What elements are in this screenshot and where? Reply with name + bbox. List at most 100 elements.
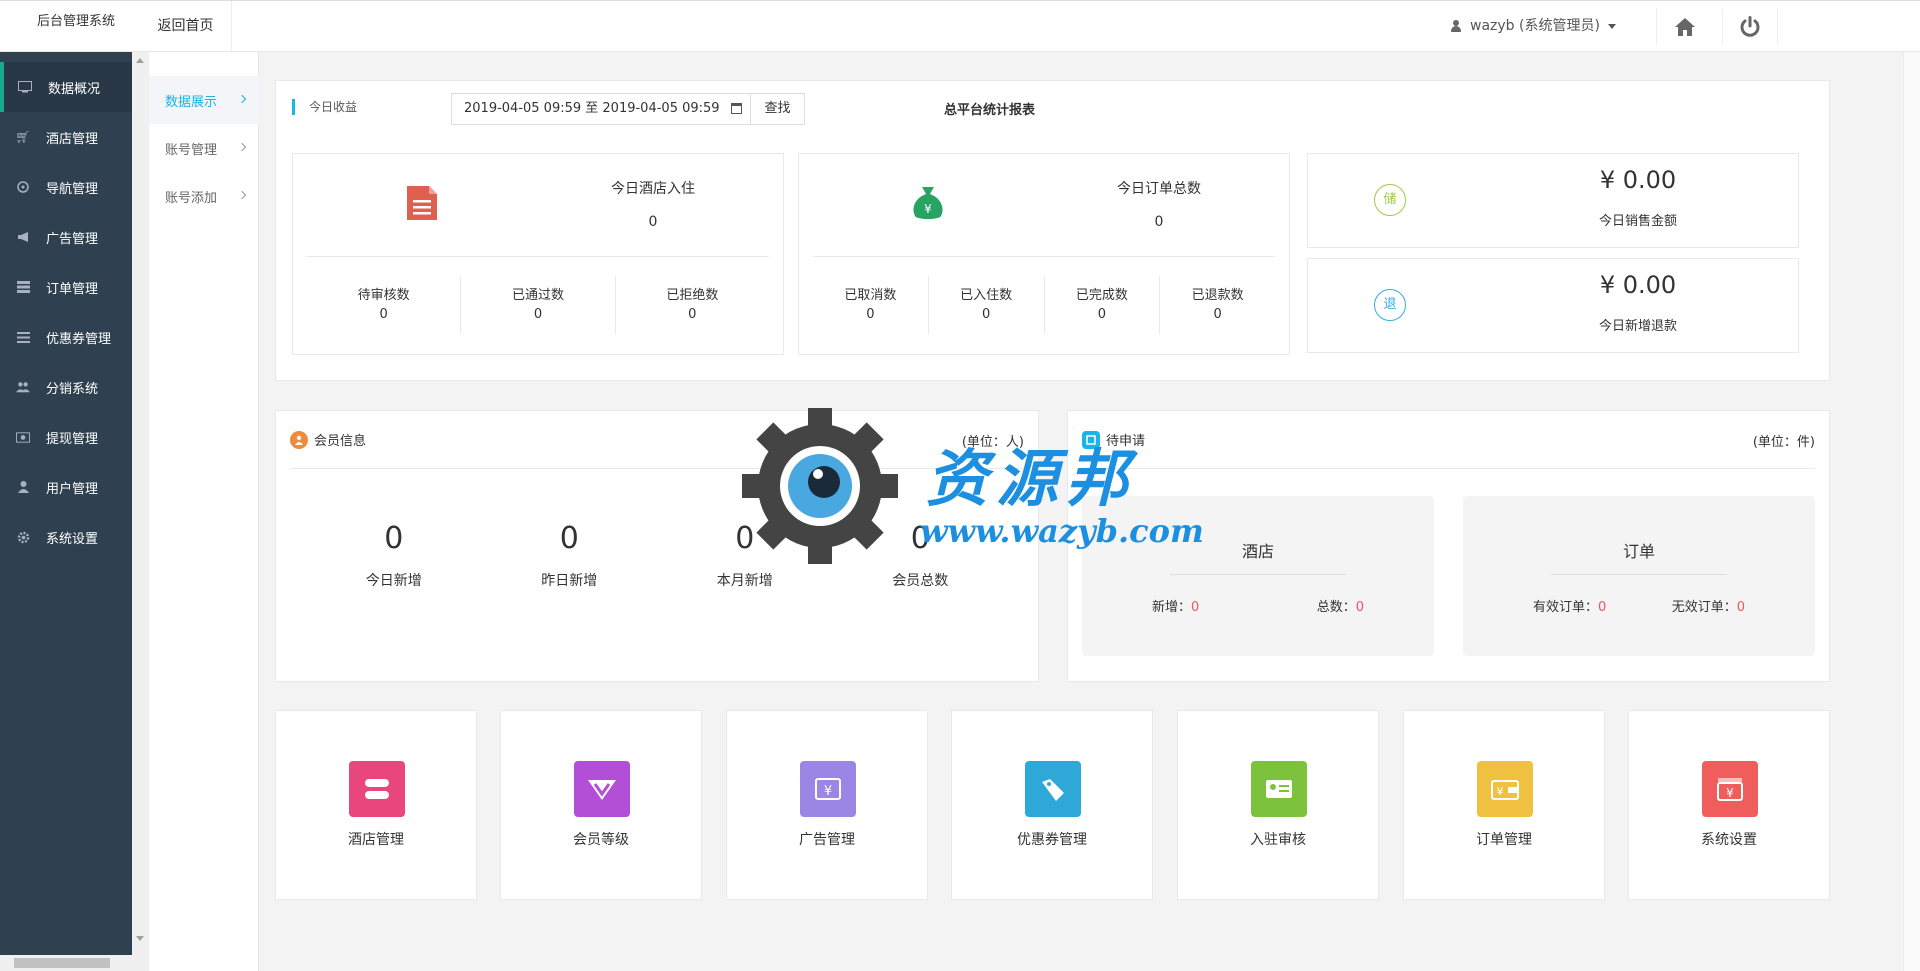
sidebar-item-label: 订单管理 (46, 281, 99, 297)
sidebar-item-distribution[interactable]: 分销系统 (0, 362, 132, 412)
orders-total-value: 0 (1154, 214, 1164, 230)
gear-icon (16, 530, 30, 544)
stat-label: 本月新增 (716, 573, 773, 589)
hotel-checkin-card: 今日酒店入住 0 待审核数 0 已通过数 0 已拒绝数 0 (292, 153, 784, 355)
document-icon (405, 184, 441, 224)
tile-order-management[interactable]: ¥ 订单管理 (1403, 710, 1605, 900)
stat-label: 已拒绝数 (666, 288, 719, 303)
sidebar-item-withdraw[interactable]: 提现管理 (0, 412, 132, 462)
cart-icon: 🛒︎ (15, 130, 31, 144)
sidebar-horizontal-scrollbar[interactable] (0, 955, 132, 971)
scroll-down-icon[interactable] (136, 936, 144, 941)
watermark-text: 资源邦 (926, 442, 1137, 515)
sidebar-item-coupons[interactable]: 优惠券管理 (0, 312, 132, 362)
refunded-stat: 已退款数 0 (1160, 276, 1275, 334)
sidebar-item-label: 酒店管理 (46, 131, 99, 147)
sales-amount: ¥ 0.00 (1599, 166, 1677, 194)
valid-order-count: 有效订单：0 (1533, 596, 1606, 615)
order-apply-box: 订单 有效订单：0 无效订单：0 (1463, 496, 1815, 656)
scroll-up-icon[interactable] (136, 58, 144, 63)
sidebar-item-nav[interactable]: 导航管理 (0, 162, 132, 212)
sidebar-item-users[interactable]: 用户管理 (0, 462, 132, 512)
tile-label: 酒店管理 (348, 832, 404, 848)
compass-icon (16, 180, 30, 194)
users-icon (16, 380, 30, 394)
sidebar-item-settings[interactable]: 系统设置 (0, 512, 132, 562)
sales-amount-card: 储 ¥ 0.00 今日销售金额 (1307, 153, 1799, 248)
stat-value: 0 (1598, 600, 1607, 615)
tile-ad-management[interactable]: ¥ 广告管理 (726, 710, 928, 900)
pending-stat: 待审核数 0 (307, 276, 462, 334)
sidebar-vertical-scrollbar[interactable] (132, 52, 149, 971)
subnav-item-label: 账号管理 (165, 142, 218, 158)
sales-label: 今日销售金额 (1598, 214, 1677, 229)
wallet-icon: ¥ (1477, 761, 1533, 817)
user-name: wazyb (系统管理员) (1470, 18, 1600, 34)
svg-text:¥: ¥ (924, 202, 932, 216)
hotel-new-count: 新增：0 (1152, 596, 1199, 615)
checked-in-stat: 已入住数 0 (929, 276, 1045, 334)
hotel-total-count: 总数：0 (1317, 596, 1364, 615)
user-menu[interactable]: wazyb (系统管理员) (1450, 1, 1616, 51)
stat-value: 0 (559, 521, 579, 556)
report-title: 总平台统计报表 (944, 103, 1036, 118)
chevron-right-icon (237, 94, 247, 104)
orders-total-label: 今日订单总数 (1117, 181, 1201, 197)
date-range-input[interactable]: 2019-04-05 09:59 至 2019-04-05 09:59 (451, 93, 751, 125)
stat-label: 已取消数 (844, 288, 897, 303)
stat-value: 0 (1097, 307, 1107, 322)
back-home-link[interactable]: 返回首页 (140, 1, 232, 51)
tile-label: 订单管理 (1476, 832, 1532, 848)
bullhorn-icon (16, 230, 30, 244)
stat-value: 0 (379, 307, 388, 322)
subnav-item-account-add[interactable]: 账号添加 (149, 172, 259, 220)
sidebar-item-ads[interactable]: 广告管理 (0, 212, 132, 262)
chevron-right-icon (237, 142, 247, 152)
sidebar-item-orders[interactable]: 订单管理 (0, 262, 132, 312)
svg-text:¥: ¥ (1497, 785, 1504, 798)
stat-label: 会员总数 (892, 573, 949, 589)
subnav-item-account-manage[interactable]: 账号管理 (149, 124, 259, 172)
yen-box-icon: ¥ (1702, 761, 1758, 817)
divider (813, 256, 1275, 257)
sidebar-item-overview[interactable]: 数据概况 (0, 62, 132, 112)
stat-value: 0 (866, 307, 875, 322)
divider (1170, 574, 1346, 575)
order-apply-title: 订单 (1622, 542, 1655, 561)
stat-value: 0 (533, 307, 543, 322)
stat-label: 已入住数 (960, 288, 1013, 303)
sidebar-item-label: 分销系统 (46, 381, 99, 397)
home-button[interactable] (1656, 9, 1712, 45)
member-panel-title: 会员信息 (314, 434, 367, 449)
brand-title: 后台管理系统 (36, 14, 115, 29)
tile-hotel-management[interactable]: 酒店管理 (275, 710, 477, 900)
user-icon (16, 480, 30, 494)
refund-label: 今日新增退款 (1598, 319, 1677, 334)
search-button[interactable]: 查找 (751, 93, 805, 125)
sidebar-item-label: 数据概况 (48, 81, 101, 97)
bars-icon (16, 330, 30, 344)
stat-value: 0 (1736, 600, 1745, 615)
page-vertical-scrollbar[interactable] (1903, 52, 1920, 971)
tile-label: 广告管理 (799, 832, 855, 848)
id-card-icon (1251, 761, 1307, 817)
scrollbar-thumb[interactable] (14, 958, 110, 968)
tile-coupon-management[interactable]: 优惠券管理 (951, 710, 1153, 900)
hotel-checkin-value: 0 (648, 214, 658, 230)
hotel-checkin-label: 今日酒店入住 (611, 181, 695, 197)
monitor-icon (18, 80, 32, 94)
sidebar: 数据概况 🛒︎ 酒店管理 导航管理 广告管理 订单管理 优惠券管理 分销系统 提… (0, 52, 132, 971)
tile-settle-review[interactable]: 入驻审核 (1177, 710, 1379, 900)
date-range-value: 2019-04-05 09:59 至 2019-04-05 09:59 (464, 101, 720, 116)
stat-label: 总数： (1316, 600, 1356, 615)
sidebar-item-hotel[interactable]: 🛒︎ 酒店管理 (0, 112, 132, 162)
list-icon (16, 280, 30, 294)
tile-system-settings[interactable]: ¥ 系统设置 (1628, 710, 1830, 900)
stat-label: 待审核数 (357, 288, 410, 303)
logout-button[interactable] (1722, 9, 1778, 45)
subnav-item-data-display[interactable]: 数据展示 (149, 76, 259, 124)
cancelled-stat: 已取消数 0 (813, 276, 929, 334)
tile-member-level[interactable]: 会员等级 (500, 710, 702, 900)
sidebar-item-label: 用户管理 (46, 481, 99, 497)
watermark: 资源邦 www.wazyb.com (738, 404, 1204, 564)
